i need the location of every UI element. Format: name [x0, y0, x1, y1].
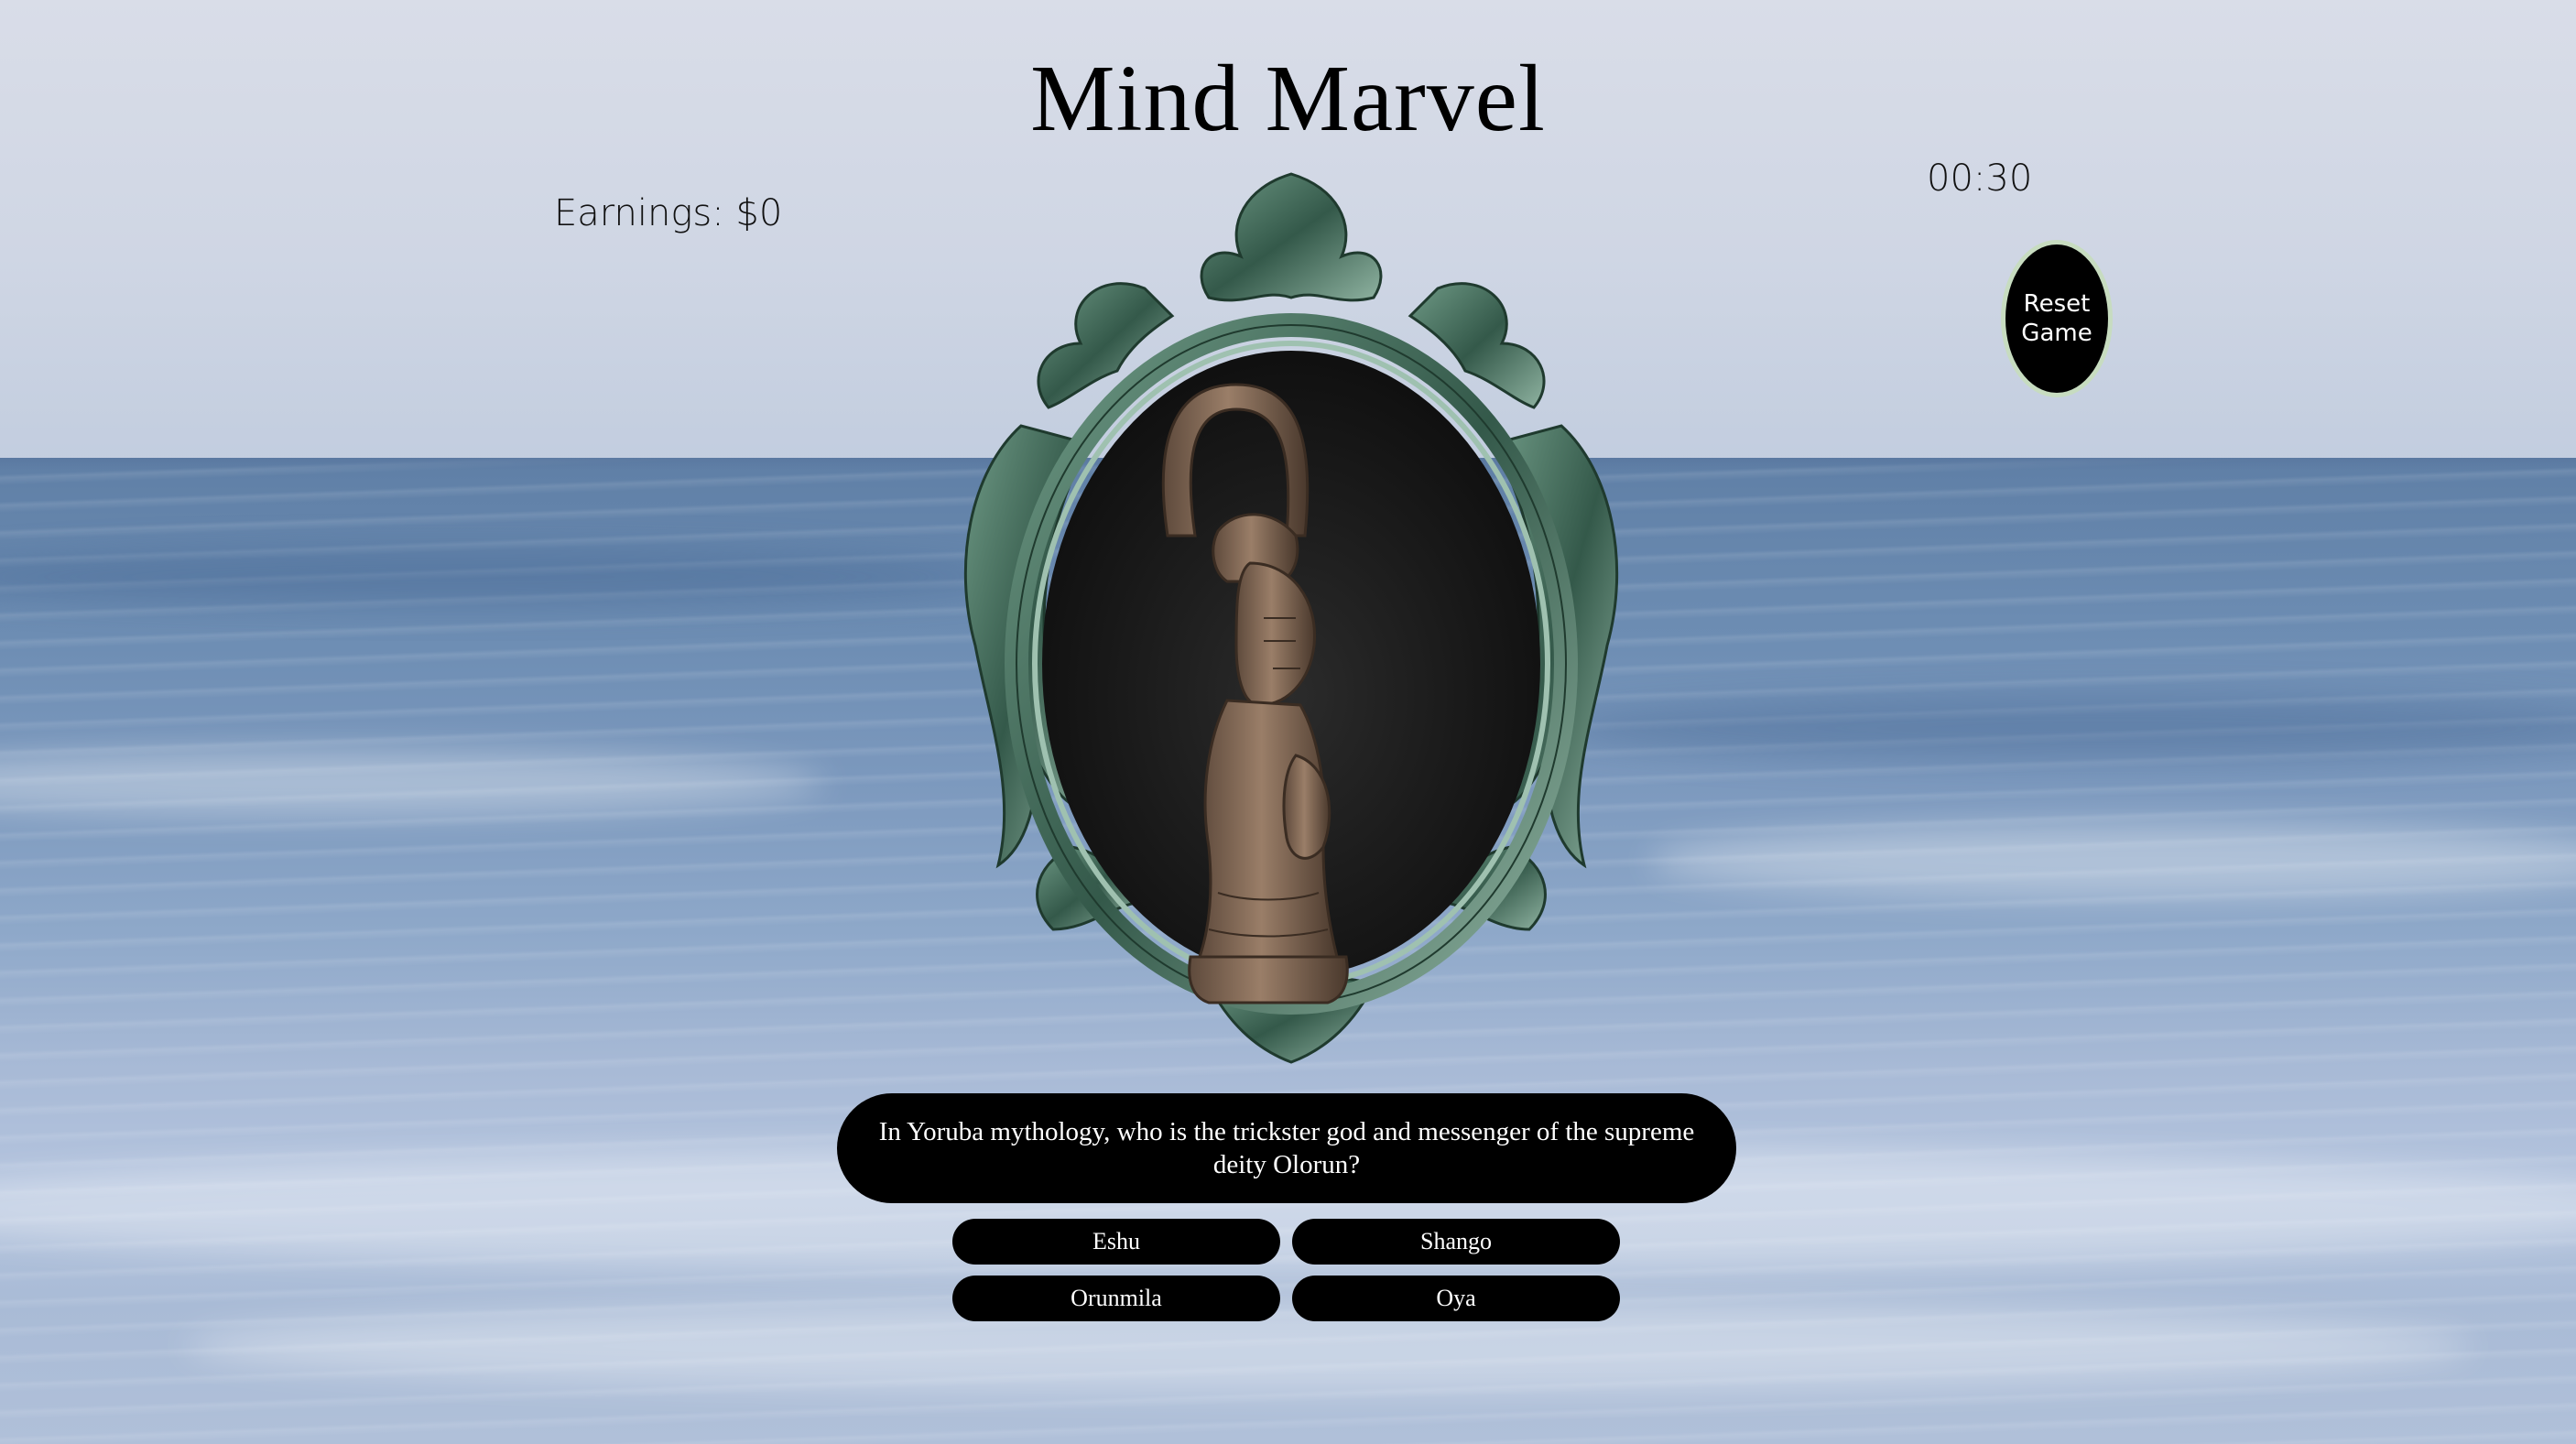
answer-button-1[interactable]: Eshu: [952, 1219, 1280, 1265]
reset-label-line1: Reset: [2023, 290, 2091, 318]
question-text: In Yoruba mythology, who is the trickste…: [878, 1117, 1695, 1179]
answer-button-2[interactable]: Shango: [1292, 1219, 1620, 1265]
countdown-timer: 00:30: [1927, 157, 2033, 200]
answer-button-4[interactable]: Oya: [1292, 1276, 1620, 1321]
answer-button-3[interactable]: Orunmila: [952, 1276, 1280, 1321]
artwork-frame: [934, 169, 1648, 1071]
reset-game-button[interactable]: Reset Game: [2001, 240, 2113, 397]
question-box: In Yoruba mythology, who is the trickste…: [837, 1093, 1736, 1203]
game-title: Mind Marvel: [1030, 46, 1546, 151]
reset-label-line2: Game: [2021, 320, 2092, 347]
framed-artwork: [963, 172, 1619, 1064]
earnings-display: Earnings: $0: [554, 192, 783, 234]
